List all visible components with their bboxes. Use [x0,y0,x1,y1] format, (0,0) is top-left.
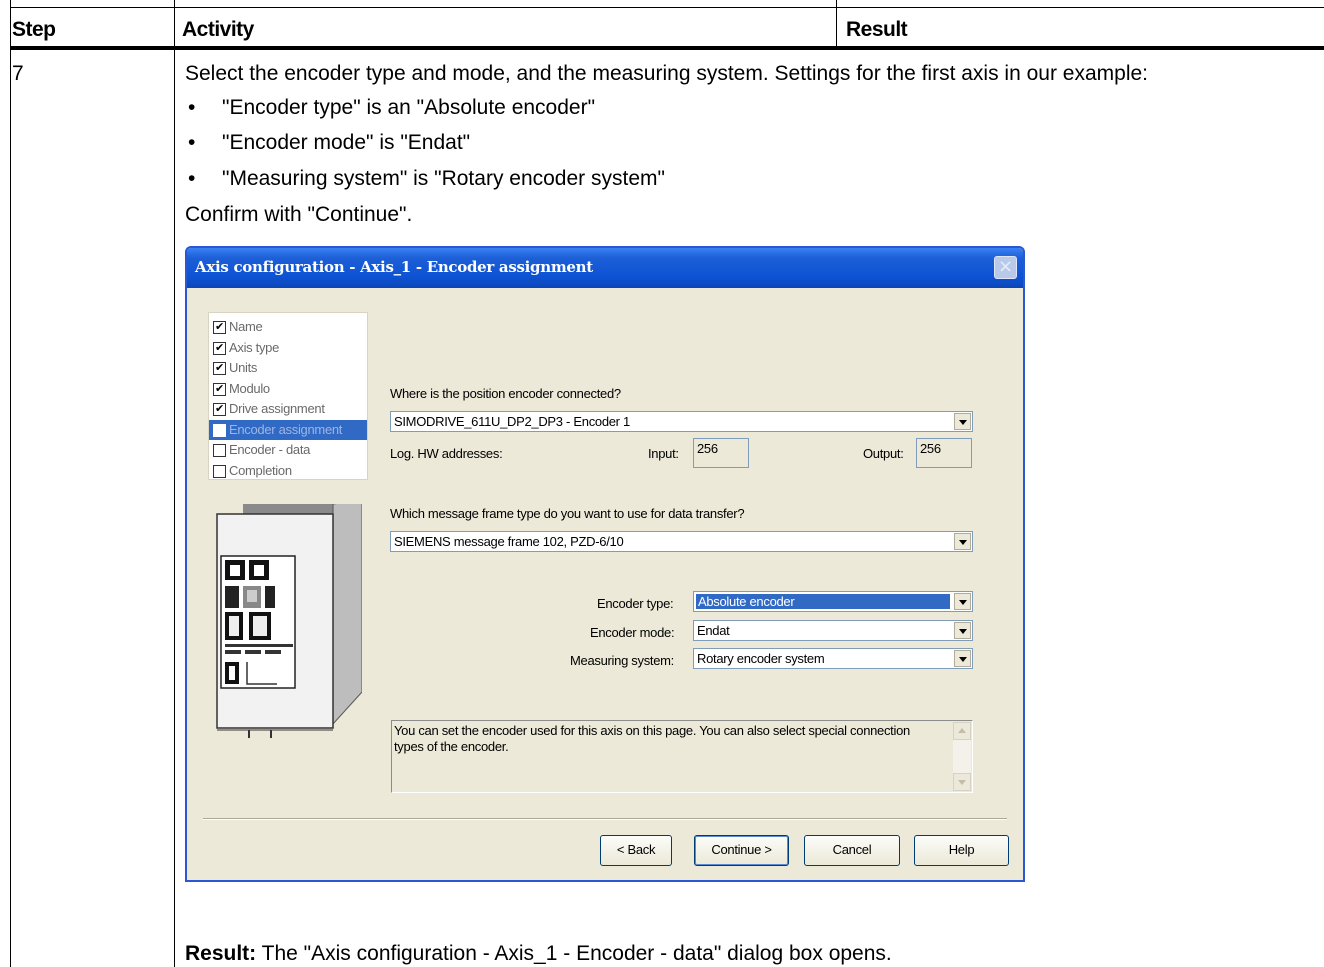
dialog-titlebar[interactable]: Axis configuration - Axis_1 - Encoder as… [187,248,1023,288]
measuring-system-value: Rotary encoder system [697,651,825,666]
confirm-instruction: Confirm with "Continue". [185,203,413,226]
input-address-value: 256 [697,441,718,456]
encoder-mode-label: Encoder mode: [590,625,675,640]
wizard-step-label: Encoder - data [229,442,311,457]
measuring-system-label: Measuring system: [570,653,674,668]
cancel-button[interactable]: Cancel [804,835,900,866]
wizard-step-label: Name [229,319,263,334]
wizard-step-completion[interactable]: Completion [209,461,367,482]
result-label: Result: [185,942,257,965]
header-activity: Activity [182,18,254,41]
input-address-field: 256 [693,438,749,468]
output-address-value: 256 [920,441,941,456]
wizard-step-axis-type[interactable]: ✔ Axis type [209,338,367,359]
bullet-dot: • [188,167,196,190]
chevron-down-icon[interactable] [954,650,971,667]
chevron-down-icon[interactable] [954,413,971,430]
encoder-mode-value: Endat [697,623,730,638]
checkbox-checked-icon: ✔ [213,341,226,355]
position-question: Where is the position encoder connected? [390,386,621,401]
bullet-item: "Encoder mode" is "Endat" [222,131,471,154]
info-text-box: You can set the encoder used for this ax… [391,720,973,793]
chevron-down-icon[interactable] [954,593,971,610]
info-text: You can set the encoder used for this ax… [394,723,910,754]
wizard-step-list: ✔ Name ✔ Axis type ✔ Units ✔ Modulo ✔ Drive a… [208,312,368,480]
help-button[interactable]: Help [914,835,1009,866]
encoder-mode-dropdown[interactable]: Endat [693,620,973,641]
wizard-step-modulo[interactable]: ✔ Modulo [209,379,367,400]
info-scrollbar[interactable] [953,722,971,791]
back-button[interactable]: < Back [600,835,672,866]
step-number: 7 [12,62,24,85]
wizard-step-label: Axis type [229,339,280,355]
button-separator [203,818,1007,820]
message-frame-value: SIEMENS message frame 102, PZD-6/10 [394,534,624,549]
wizard-step-encoder-data[interactable]: Encoder - data [209,440,367,461]
axis-config-dialog: Axis configuration - Axis_1 - Encoder as… [185,246,1025,882]
scroll-down-icon[interactable] [953,773,971,791]
header-separator [10,46,1324,50]
table-left-border [10,0,11,967]
wizard-step-label: Modulo [229,380,270,396]
activity-intro: Select the encoder type and mode, and th… [185,62,1149,85]
position-encoder-dropdown[interactable]: SIMODRIVE_611U_DP2_DP3 - Encoder 1 [390,411,973,432]
message-frame-dropdown[interactable]: SIEMENS message frame 102, PZD-6/10 [390,531,973,552]
column-divider-result [836,0,837,50]
checkbox-checked-icon: ✔ [213,362,226,375]
wizard-step-encoder-assignment[interactable]: Encoder assignment [209,419,367,440]
bullet-dot: • [188,96,196,119]
hw-addresses-label: Log. HW addresses: [390,446,503,461]
bullet-dot: • [188,131,196,154]
input-label: Input: [648,446,679,461]
continue-button[interactable]: Continue > [694,835,789,866]
wizard-step-drive-assignment[interactable]: ✔ Drive assignment [209,399,367,420]
header-step: Step [12,18,56,41]
wizard-step-label: Encoder assignment [229,421,343,437]
output-address-field: 256 [916,438,972,468]
result-text: The "Axis configuration - Axis_1 - Encod… [261,942,892,965]
drive-module-illustration [216,504,362,738]
close-icon[interactable]: × [994,256,1017,279]
wizard-step-label: Drive assignment [229,401,325,416]
wizard-step-label: Units [229,360,258,375]
wizard-step-name[interactable]: ✔ Name [209,317,367,338]
position-encoder-value: SIMODRIVE_611U_DP2_DP3 - Encoder 1 [394,414,630,429]
output-label: Output: [863,446,904,461]
checkbox-checked-icon: ✔ [213,382,226,396]
table-top-border [10,7,1324,8]
checkbox-unchecked-icon [213,444,226,457]
chevron-down-icon[interactable] [954,622,971,639]
encoder-type-dropdown[interactable]: Absolute encoder [693,591,973,612]
checkbox-unchecked-icon [213,464,226,478]
scroll-up-icon[interactable] [953,722,971,740]
bullet-item: "Measuring system" is "Rotary encoder sy… [222,167,665,190]
encoder-type-label: Encoder type: [597,596,674,611]
header-result: Result [846,18,908,41]
frame-question: Which message frame type do you want to … [390,506,745,521]
chevron-down-icon[interactable] [954,533,971,550]
measuring-system-dropdown[interactable]: Rotary encoder system [693,648,973,669]
wizard-step-units[interactable]: ✔ Units [209,358,367,379]
checkbox-checked-icon: ✔ [213,321,226,334]
encoder-type-value: Absolute encoder [696,594,950,609]
checkbox-unchecked-icon [213,423,226,437]
checkbox-checked-icon: ✔ [213,403,226,416]
dialog-title: Axis configuration - Axis_1 - Encoder as… [195,258,593,276]
column-divider-step [174,0,175,967]
bullet-item: "Encoder type" is an "Absolute encoder" [222,96,596,119]
result-line: Result: The "Axis configuration - Axis_1… [185,942,892,966]
wizard-step-label: Completion [229,462,292,478]
